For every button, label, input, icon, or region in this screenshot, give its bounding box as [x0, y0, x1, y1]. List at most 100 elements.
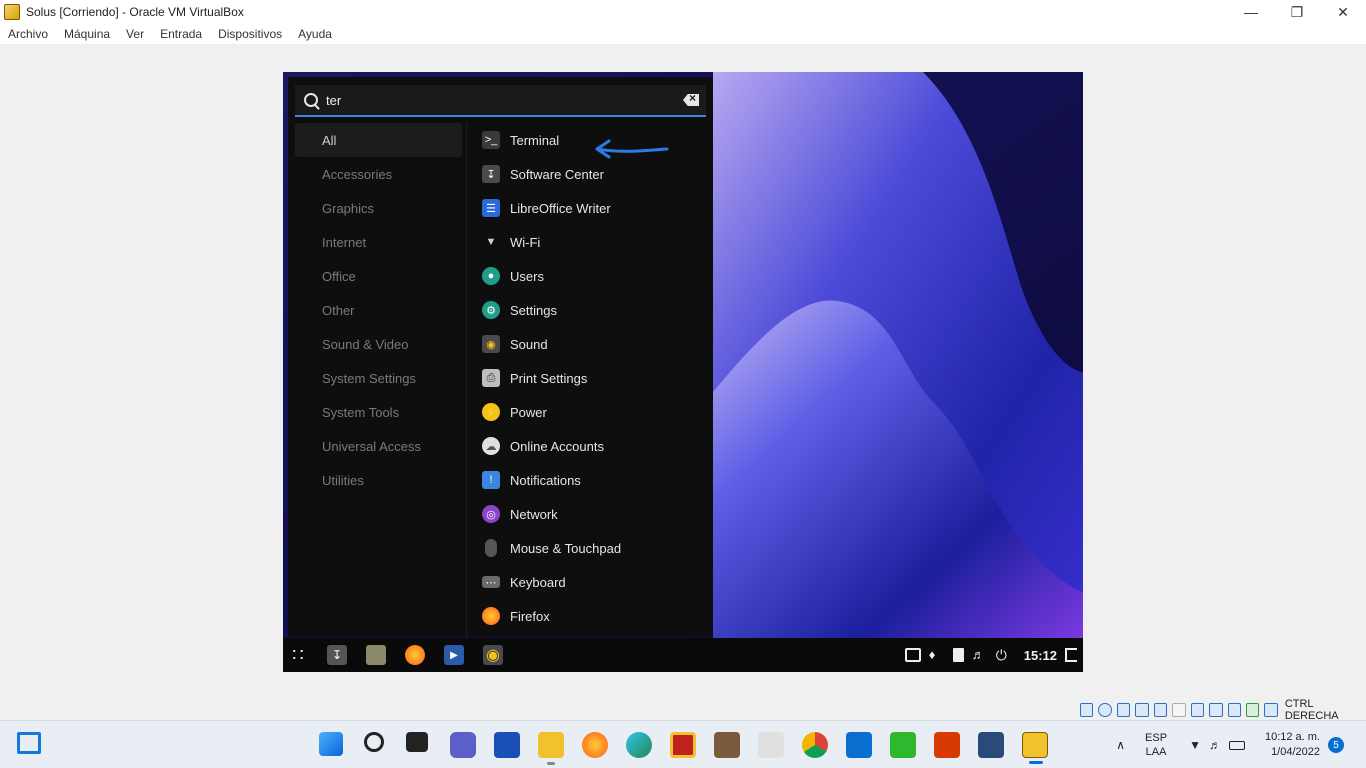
- category-internet[interactable]: Internet: [295, 225, 462, 259]
- virtualbox-vm-icon[interactable]: [1022, 732, 1048, 764]
- app-power[interactable]: ⚡ Power: [478, 395, 713, 429]
- category-all[interactable]: All: [295, 123, 462, 157]
- notification-badge[interactable]: 5: [1328, 737, 1344, 753]
- application-menu: All Accessories Graphics Internet Office…: [288, 77, 713, 637]
- menu-maquina[interactable]: Máquina: [64, 27, 110, 41]
- app-sound[interactable]: ◉ Sound: [478, 327, 713, 361]
- cloud-icon: ☁: [482, 437, 500, 455]
- category-other[interactable]: Other: [295, 293, 462, 327]
- app-grid-icon[interactable]: ∷: [288, 645, 308, 665]
- app-mouse-touchpad[interactable]: Mouse & Touchpad: [478, 531, 713, 565]
- category-office[interactable]: Office: [295, 259, 462, 293]
- app-wifi[interactable]: ▼ Wi-Fi: [478, 225, 713, 259]
- app-firefox[interactable]: Firefox: [478, 599, 713, 633]
- app-keyboard[interactable]: ⋯ Keyboard: [478, 565, 713, 599]
- battery-icon[interactable]: [1228, 740, 1245, 750]
- app-icon-red[interactable]: [670, 732, 696, 758]
- sound-icon[interactable]: ◉: [483, 645, 503, 665]
- search-input[interactable]: [326, 92, 666, 108]
- language-indicator[interactable]: ESP LAA: [1145, 731, 1167, 759]
- window-title: Solus [Corriendo] - Oracle VM VirtualBox: [26, 5, 244, 19]
- qc-icon[interactable]: [890, 732, 916, 758]
- keyboard-capture-icon[interactable]: [1264, 703, 1278, 717]
- search-bar[interactable]: [295, 85, 706, 117]
- shared-folders-icon[interactable]: [1172, 703, 1186, 717]
- file-explorer-icon[interactable]: [538, 732, 564, 765]
- menu-dispositivos[interactable]: Dispositivos: [218, 27, 282, 41]
- software-center-icon[interactable]: ↧: [327, 645, 347, 665]
- network-icon[interactable]: [1135, 703, 1149, 717]
- wifi-icon[interactable]: ▼: [1189, 738, 1201, 752]
- app-settings[interactable]: ⚙ Settings: [478, 293, 713, 327]
- display-icon[interactable]: [1190, 703, 1205, 717]
- gamepad-icon[interactable]: [758, 732, 784, 758]
- menu-ver[interactable]: Ver: [126, 27, 144, 41]
- category-graphics[interactable]: Graphics: [295, 191, 462, 225]
- category-list: All Accessories Graphics Internet Office…: [295, 123, 462, 637]
- store-icon[interactable]: [494, 732, 520, 758]
- category-system-tools[interactable]: System Tools: [295, 395, 462, 429]
- virtualbox-icon[interactable]: [978, 732, 1004, 758]
- search-icon[interactable]: [364, 732, 384, 752]
- close-button[interactable]: ✕: [1320, 0, 1366, 24]
- office-icon[interactable]: [934, 732, 960, 758]
- minecraft-icon[interactable]: [714, 732, 740, 758]
- category-system-settings[interactable]: System Settings: [295, 361, 462, 395]
- volume-icon[interactable]: ♬: [972, 648, 988, 662]
- app-network[interactable]: ◎ Network: [478, 497, 713, 531]
- firefox-icon: [482, 607, 500, 625]
- widgets-icon[interactable]: [17, 732, 41, 754]
- wifi-icon: ▼: [485, 236, 497, 248]
- search-icon: [304, 93, 318, 107]
- category-universal-access[interactable]: Universal Access: [295, 429, 462, 463]
- menu-divider: [466, 123, 467, 637]
- system-clock[interactable]: 10:12 a. m. 1/04/2022: [1265, 730, 1320, 760]
- menu-archivo[interactable]: Archivo: [8, 27, 48, 41]
- chrome-icon[interactable]: [802, 732, 828, 758]
- app-print-settings[interactable]: ⎙ Print Settings: [478, 361, 713, 395]
- keyboard-icon: ⋯: [482, 576, 500, 589]
- window-titlebar: Solus [Corriendo] - Oracle VM VirtualBox…: [0, 0, 1366, 24]
- category-accessories[interactable]: Accessories: [295, 157, 462, 191]
- firefox-icon[interactable]: [582, 732, 608, 758]
- usb-icon[interactable]: [1153, 703, 1168, 717]
- capture-icon[interactable]: [1209, 703, 1223, 717]
- guest-screen[interactable]: All Accessories Graphics Internet Office…: [283, 72, 1083, 672]
- guest-panel: ∷ ↧ ▶ ◉ ♦ ♬ ⏻ 15:12: [283, 638, 1083, 672]
- chat-icon[interactable]: [450, 732, 476, 758]
- mail-icon[interactable]: [846, 732, 872, 758]
- clipboard-icon[interactable]: [952, 648, 964, 662]
- app-libreoffice-writer[interactable]: ☰ LibreOffice Writer: [478, 191, 713, 225]
- menu-entrada[interactable]: Entrada: [160, 27, 202, 41]
- start-icon[interactable]: [319, 732, 343, 756]
- bell-icon[interactable]: ♦: [929, 648, 945, 662]
- firefox-icon[interactable]: [405, 645, 425, 665]
- screen-icon[interactable]: [904, 648, 921, 662]
- power-icon[interactable]: ⏻: [996, 648, 1012, 662]
- guest-clock[interactable]: 15:12: [1024, 648, 1057, 663]
- menu-bar: Archivo Máquina Ver Entrada Dispositivos…: [0, 24, 1366, 44]
- annotation-arrow: [595, 139, 669, 159]
- task-view-icon[interactable]: [406, 732, 428, 752]
- app-online-accounts[interactable]: ☁ Online Accounts: [478, 429, 713, 463]
- app-notifications[interactable]: ! Notifications: [478, 463, 713, 497]
- chevron-up-icon[interactable]: ∧: [1116, 738, 1125, 752]
- restore-button[interactable]: ❐: [1274, 0, 1320, 24]
- media-player-icon[interactable]: ▶: [444, 645, 464, 665]
- audio-icon[interactable]: [1116, 703, 1131, 717]
- optical-drive-icon[interactable]: [1098, 703, 1112, 717]
- virtualization-icon[interactable]: [1227, 703, 1241, 717]
- hard-disk-icon[interactable]: [1080, 703, 1094, 717]
- app-users[interactable]: ● Users: [478, 259, 713, 293]
- category-sound-video[interactable]: Sound & Video: [295, 327, 462, 361]
- edge-icon[interactable]: [626, 732, 652, 758]
- logout-icon[interactable]: [1065, 648, 1077, 662]
- minimize-button[interactable]: —: [1228, 0, 1274, 24]
- volume-icon[interactable]: ♬: [1209, 738, 1221, 752]
- files-icon[interactable]: [366, 645, 386, 665]
- mouse-integration-icon[interactable]: [1245, 703, 1260, 717]
- category-utilities[interactable]: Utilities: [295, 463, 462, 497]
- app-software-center[interactable]: ↧ Software Center: [478, 157, 713, 191]
- clear-search-icon[interactable]: [683, 94, 699, 106]
- menu-ayuda[interactable]: Ayuda: [298, 27, 332, 41]
